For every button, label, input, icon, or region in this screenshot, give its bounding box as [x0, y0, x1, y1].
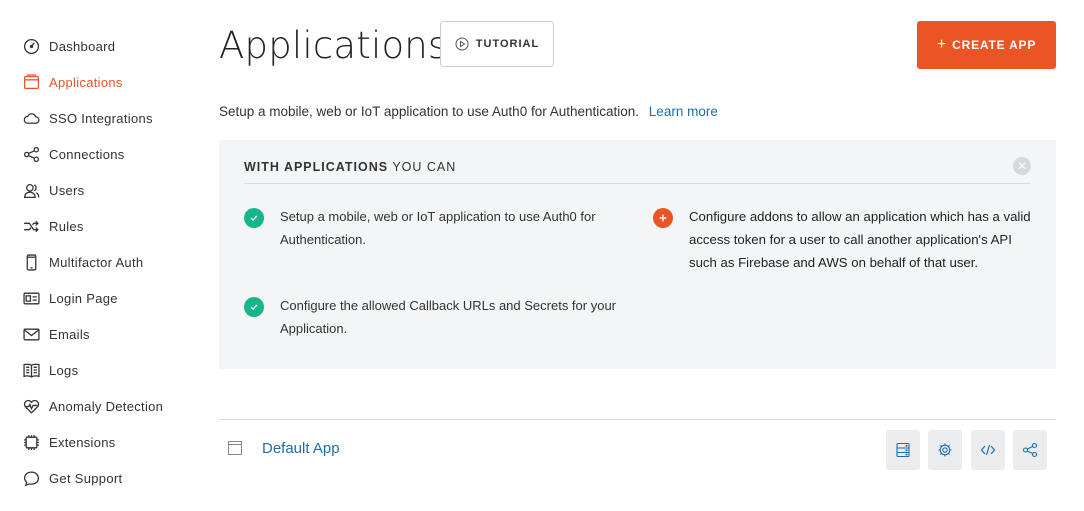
feature-text: Configure addons to allow an application…	[689, 209, 1031, 270]
sidebar-item-label: Multifactor Auth	[49, 254, 144, 270]
sidebar: Dashboard Applications SSO Integrations …	[22, 28, 202, 496]
connections-icon	[1022, 442, 1038, 458]
quickstart-button[interactable]	[886, 430, 920, 470]
gear-icon	[937, 442, 953, 458]
sidebar-item-label: Emails	[49, 326, 90, 342]
sidebar-item-get-support[interactable]: Get Support	[22, 460, 202, 496]
app-name-link[interactable]: Default App	[262, 440, 340, 457]
info-panel-heading: WITH APPLICATIONS YOU CAN	[244, 160, 456, 174]
description-text: Setup a mobile, web or IoT application t…	[219, 104, 640, 119]
list-item: Default App	[219, 428, 1056, 470]
divider	[244, 183, 1031, 184]
sidebar-item-rules[interactable]: Rules	[22, 208, 202, 244]
check-icon	[244, 297, 264, 317]
sidebar-item-sso-integrations[interactable]: SSO Integrations	[22, 100, 202, 136]
sidebar-item-label: SSO Integrations	[49, 110, 153, 126]
sidebar-item-extensions[interactable]: Extensions	[22, 424, 202, 460]
code-icon	[980, 442, 996, 458]
close-glyph: ✕	[1016, 159, 1028, 173]
dashboard-icon	[22, 37, 40, 55]
play-icon	[455, 37, 469, 51]
chat-icon	[22, 469, 40, 487]
sidebar-item-multifactor-auth[interactable]: Multifactor Auth	[22, 244, 202, 280]
sidebar-item-label: Applications	[49, 74, 123, 90]
heart-icon	[22, 397, 40, 415]
cloud-icon	[22, 109, 40, 127]
sidebar-item-emails[interactable]: Emails	[22, 316, 202, 352]
sidebar-item-login-page[interactable]: Login Page	[22, 280, 202, 316]
addons-button[interactable]	[971, 430, 1005, 470]
sidebar-item-dashboard[interactable]: Dashboard	[22, 28, 202, 64]
login-page-icon	[22, 289, 40, 307]
sidebar-item-logs[interactable]: Logs	[22, 352, 202, 388]
list-divider	[219, 419, 1056, 420]
info-heading-strong: WITH APPLICATIONS	[244, 160, 389, 174]
feature-item: Configure addons to allow an application…	[653, 208, 1033, 274]
sidebar-item-label: Connections	[49, 146, 125, 162]
sidebar-item-connections[interactable]: Connections	[22, 136, 202, 172]
page-description: Setup a mobile, web or IoT application t…	[219, 104, 718, 119]
sidebar-item-label: Rules	[49, 218, 84, 234]
sidebar-item-label: Get Support	[49, 470, 123, 486]
tutorial-button[interactable]: TUTORIAL	[440, 21, 554, 67]
page-title: Applications	[219, 24, 448, 67]
create-app-label: CREATE APP	[952, 38, 1037, 52]
application-icon	[228, 441, 242, 455]
sidebar-item-label: Dashboard	[49, 38, 116, 54]
feature-text: Setup a mobile, web or IoT application t…	[280, 209, 596, 247]
feature-text: Configure the allowed Callback URLs and …	[280, 298, 617, 336]
sidebar-item-anomaly-detection[interactable]: Anomaly Detection	[22, 388, 202, 424]
chip-icon	[22, 433, 40, 451]
sidebar-item-users[interactable]: Users	[22, 172, 202, 208]
feature-item: Configure the allowed Callback URLs and …	[244, 297, 624, 340]
server-icon	[895, 442, 911, 458]
plus-circle-icon	[653, 208, 673, 228]
logs-icon	[22, 361, 40, 379]
connections-button[interactable]	[1013, 430, 1047, 470]
users-icon	[22, 181, 40, 199]
email-icon	[22, 325, 40, 343]
applications-icon	[22, 73, 40, 91]
close-icon[interactable]: ✕	[1013, 157, 1031, 175]
applications-info-panel: WITH APPLICATIONS YOU CAN ✕ Setup a mobi…	[219, 140, 1056, 369]
settings-button[interactable]	[928, 430, 962, 470]
sidebar-item-label: Users	[49, 182, 85, 198]
sidebar-item-label: Logs	[49, 362, 79, 378]
info-heading-rest: YOU CAN	[388, 160, 457, 174]
tutorial-label: TUTORIAL	[475, 38, 540, 50]
sidebar-item-applications[interactable]: Applications	[22, 64, 202, 100]
feature-item: Setup a mobile, web or IoT application t…	[244, 208, 624, 251]
connections-icon	[22, 145, 40, 163]
rules-icon	[22, 217, 40, 235]
check-icon	[244, 208, 264, 228]
sidebar-item-label: Extensions	[49, 434, 116, 450]
sidebar-item-label: Login Page	[49, 290, 118, 306]
phone-icon	[22, 253, 40, 271]
create-app-button[interactable]: + CREATE APP	[917, 21, 1056, 69]
plus-icon: +	[936, 36, 947, 53]
sidebar-item-label: Anomaly Detection	[49, 398, 164, 414]
learn-more-link[interactable]: Learn more	[649, 104, 718, 119]
